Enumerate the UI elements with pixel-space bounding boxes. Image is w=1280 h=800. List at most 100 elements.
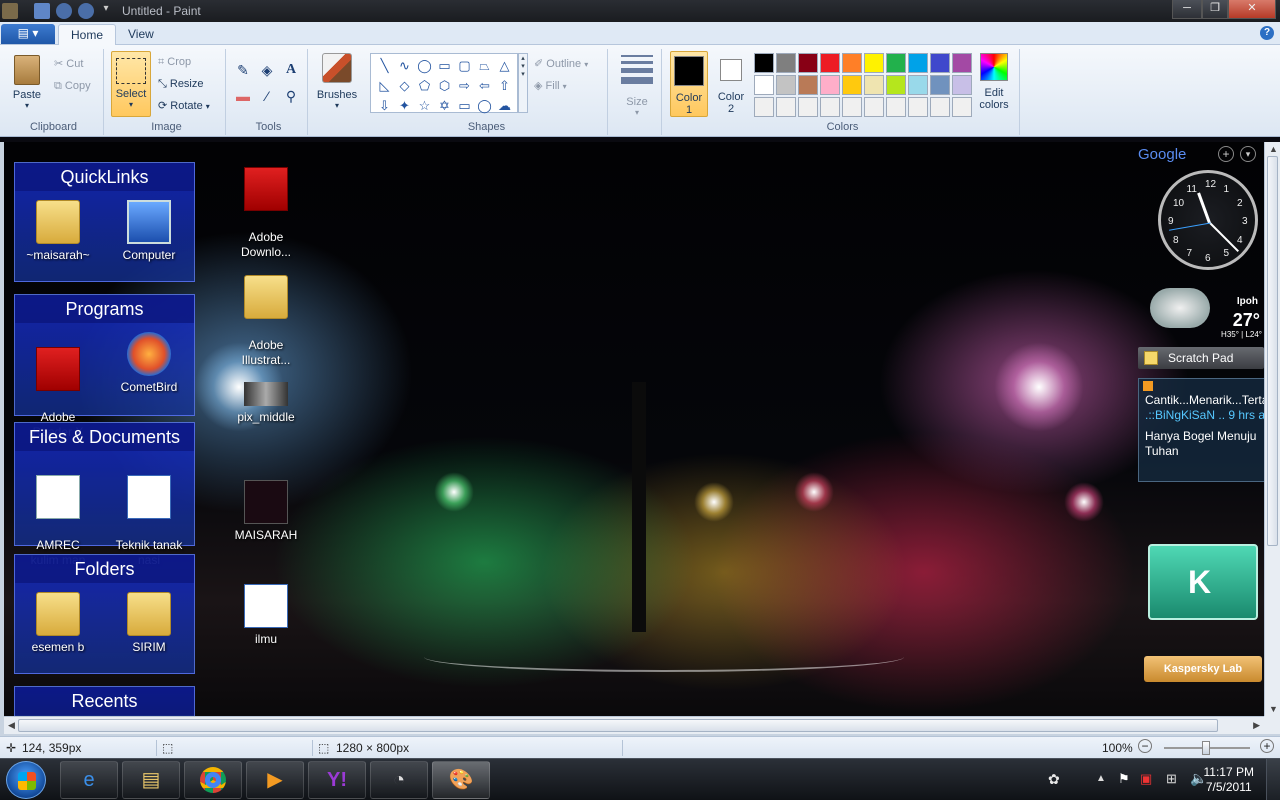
undo-icon[interactable] <box>56 3 72 19</box>
desktop-icon-sirim[interactable]: SIRIM <box>109 592 189 655</box>
color-swatch[interactable] <box>908 97 928 117</box>
weather-gadget[interactable]: Ipoh 27° H35° | L24° <box>1144 282 1264 342</box>
color1-button[interactable]: Color 1 <box>670 51 708 117</box>
tab-home[interactable]: Home <box>58 24 117 46</box>
scratch-pad-gadget[interactable]: Scratch Pad <box>1138 347 1264 369</box>
color-swatch[interactable] <box>754 53 774 73</box>
color-swatch[interactable] <box>842 53 862 73</box>
brushes-group[interactable]: Brushes ▾ <box>312 49 364 135</box>
color-swatch[interactable] <box>820 97 840 117</box>
paste-button[interactable]: Paste ▾ <box>8 53 46 110</box>
taskbar-app[interactable]: ◔ <box>370 761 428 799</box>
fill-button[interactable]: ◈ Fill ▾ <box>534 77 567 95</box>
color-swatch[interactable] <box>776 97 796 117</box>
color-swatch[interactable] <box>820 53 840 73</box>
paint-menu-button[interactable]: ▤ ▾ <box>1 24 55 44</box>
color-swatch[interactable] <box>886 75 906 95</box>
desktop-icon-computer[interactable]: Computer <box>109 200 189 263</box>
color-swatch[interactable] <box>754 75 774 95</box>
color-swatch[interactable] <box>864 75 884 95</box>
hexagon-shape-icon[interactable]: ⬡ <box>435 76 454 95</box>
vertical-scroll-thumb[interactable] <box>1267 156 1278 546</box>
color2-button[interactable]: Color 2 <box>712 51 750 115</box>
tray-app-icon[interactable]: ✿ <box>1048 771 1060 788</box>
edit-colors-button[interactable]: Edit colors <box>974 53 1014 111</box>
desktop-icon-cometbird[interactable]: CometBird <box>109 332 189 395</box>
color-swatch[interactable] <box>754 97 774 117</box>
color-swatch[interactable] <box>798 53 818 73</box>
rounded-callout-shape-icon[interactable]: ▭ <box>455 96 474 115</box>
up-arrow-shape-icon[interactable]: ⇧ <box>495 76 514 95</box>
diamond-shape-icon[interactable]: ◇ <box>395 76 414 95</box>
line-shape-icon[interactable]: ╲ <box>375 56 394 75</box>
color-swatch[interactable] <box>886 53 906 73</box>
taskbar-yahoo-messenger[interactable]: Y! <box>308 761 366 799</box>
scroll-up-icon[interactable]: ▲ <box>1269 144 1278 154</box>
security-alert-icon[interactable]: ▣ <box>1140 771 1152 787</box>
color-swatch[interactable] <box>776 53 796 73</box>
polygon-shape-icon[interactable]: ⏢ <box>475 56 494 75</box>
five-point-star-shape-icon[interactable]: ☆ <box>415 96 434 115</box>
taskbar-clock[interactable]: 11:17 PM 7/5/2011 <box>1204 765 1254 795</box>
desktop-icon-pix-middle[interactable]: pix_middle <box>226 382 306 425</box>
color-swatch[interactable] <box>798 75 818 95</box>
left-arrow-shape-icon[interactable]: ⇦ <box>475 76 494 95</box>
show-hidden-icons-icon[interactable]: ▲ <box>1096 773 1106 784</box>
taskbar-internet-explorer[interactable]: e <box>60 761 118 799</box>
customize-qat-icon[interactable]: ▾ <box>98 3 114 19</box>
horizontal-scroll-thumb[interactable] <box>18 719 1218 732</box>
desktop-icon-maisarah[interactable]: MAISARAH <box>226 480 306 543</box>
color-swatch[interactable] <box>930 53 950 73</box>
desktop-icon-user[interactable]: ~maisarah~ <box>18 200 98 263</box>
color-swatch[interactable] <box>908 53 928 73</box>
color-swatch[interactable] <box>842 75 862 95</box>
color-swatch[interactable] <box>864 53 884 73</box>
color-swatch[interactable] <box>886 97 906 117</box>
color-picker-icon[interactable]: ⁄ <box>256 85 278 107</box>
drawing-canvas[interactable]: QuickLinks ~maisarah~ Computer Programs … <box>4 142 1264 716</box>
tab-view[interactable]: View <box>116 24 166 46</box>
select-button[interactable]: Select ▾ <box>111 51 151 117</box>
maximize-button[interactable]: ❐ <box>1202 0 1228 19</box>
redo-icon[interactable] <box>78 3 94 19</box>
start-button[interactable] <box>6 761 46 799</box>
color-swatch[interactable] <box>798 97 818 117</box>
eraser-icon[interactable]: ▬ <box>232 85 254 107</box>
down-arrow-shape-icon[interactable]: ⇩ <box>375 96 394 115</box>
color-swatch[interactable] <box>864 97 884 117</box>
rotate-button[interactable]: ⟳ Rotate ▾ <box>158 97 210 115</box>
zoom-in-icon[interactable]: + <box>1260 739 1274 753</box>
outline-button[interactable]: ✐ Outline ▾ <box>534 55 588 73</box>
magnifier-icon[interactable]: ⚲ <box>280 85 302 107</box>
six-point-star-shape-icon[interactable]: ✡ <box>435 96 454 115</box>
color-swatch[interactable] <box>820 75 840 95</box>
feed-headline[interactable]: Cantik...Menarik...Tertarik <box>1145 393 1264 408</box>
four-point-star-shape-icon[interactable]: ✦ <box>395 96 414 115</box>
shapes-scroll[interactable]: ▴ ▾ ▾ <box>518 53 528 113</box>
color-swatch[interactable] <box>952 97 972 117</box>
add-gadget-icon[interactable]: + <box>1218 146 1234 162</box>
kaspersky-gadget[interactable]: K Kaspersky Lab <box>1144 544 1262 684</box>
color-swatch[interactable] <box>930 97 950 117</box>
action-center-flag-icon[interactable]: ⚑ <box>1118 771 1130 787</box>
right-arrow-shape-icon[interactable]: ⇨ <box>455 76 474 95</box>
rounded-rectangle-shape-icon[interactable]: ▢ <box>455 56 474 75</box>
zoom-slider-thumb[interactable] <box>1202 741 1210 755</box>
cut-button[interactable]: ✂ Cut <box>54 55 83 73</box>
scroll-down-icon[interactable]: ▼ <box>1269 704 1278 714</box>
gadget-menu-icon[interactable]: ▾ <box>1240 146 1256 162</box>
oval-shape-icon[interactable]: ◯ <box>415 56 434 75</box>
network-icon[interactable]: ⊞ <box>1166 771 1177 787</box>
color-swatch[interactable] <box>952 53 972 73</box>
oval-callout-shape-icon[interactable]: ◯ <box>475 96 494 115</box>
taskbar-media-player[interactable]: ▶ <box>246 761 304 799</box>
pentagon-shape-icon[interactable]: ⬠ <box>415 76 434 95</box>
feed-headlines-gadget[interactable]: Cantik...Menarik...Tertarik .::BiNgKiSaN… <box>1138 378 1264 482</box>
desktop-icon-adobe-download[interactable]: Adobe Downlo... <box>226 152 306 275</box>
crop-button[interactable]: ⌗ Crop <box>158 53 191 71</box>
clock-gadget[interactable]: 12 1 2 3 4 5 6 7 8 9 10 11 <box>1158 170 1258 270</box>
scroll-left-icon[interactable]: ◀ <box>8 720 15 731</box>
desktop-icon-adobe-illustrator[interactable]: Adobe Illustrat... <box>226 260 306 383</box>
save-icon[interactable] <box>34 3 50 19</box>
show-desktop-button[interactable] <box>1266 759 1280 800</box>
